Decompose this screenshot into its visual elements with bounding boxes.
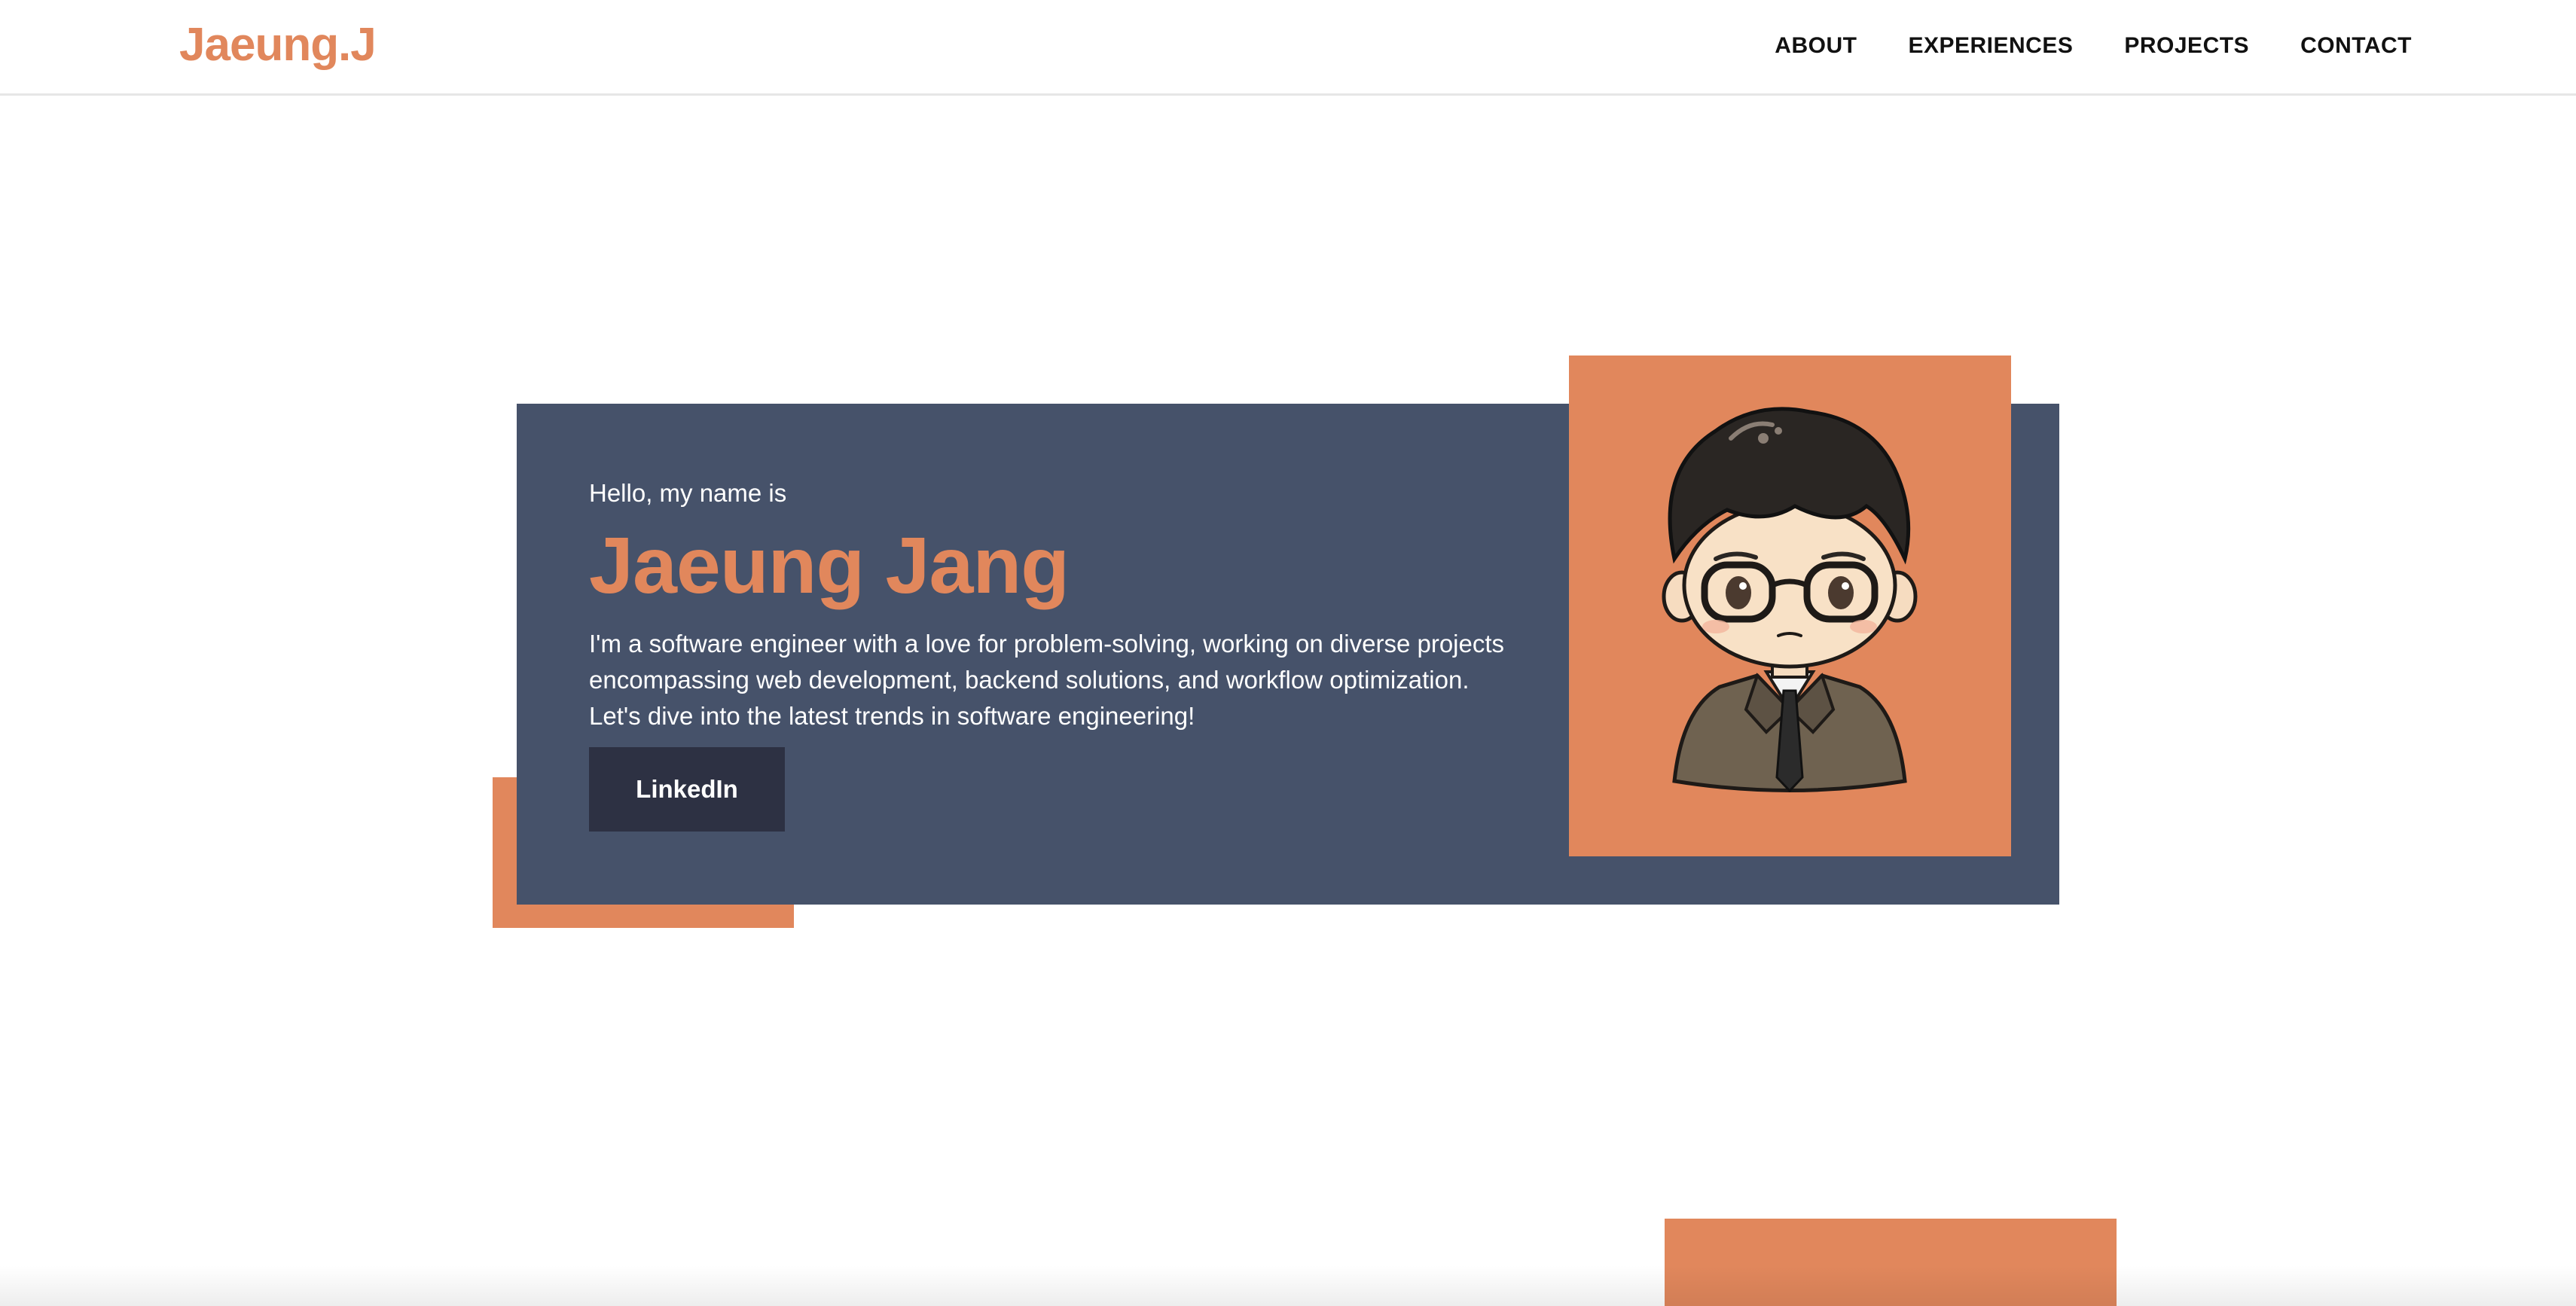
nav-contact[interactable]: CONTACT — [2300, 33, 2412, 59]
hero-description: I'm a software engineer with a love for … — [589, 630, 1505, 731]
nav-projects[interactable]: PROJECTS — [2124, 33, 2249, 59]
page: Jaeung.J ABOUT EXPERIENCES PROJECTS CONT… — [0, 0, 2576, 1306]
linkedin-button[interactable]: LinkedIn — [589, 747, 785, 832]
hero-text: Hello, my name is Jaeung Jang I'm a soft… — [589, 479, 1523, 734]
bottom-shadow — [0, 1265, 2576, 1306]
main-nav: ABOUT EXPERIENCES PROJECTS CONTACT — [1775, 33, 2412, 59]
nav-experiences[interactable]: EXPERIENCES — [1908, 33, 2073, 59]
accent-block-bottom — [1665, 1219, 2117, 1306]
site-logo[interactable]: Jaeung.J — [179, 18, 377, 72]
hero-greeting: Hello, my name is — [589, 479, 787, 507]
portrait-box — [1569, 355, 2011, 856]
site-header: Jaeung.J ABOUT EXPERIENCES PROJECTS CONT… — [0, 0, 2576, 96]
cartoon-avatar-icon — [1662, 407, 1918, 793]
nav-about[interactable]: ABOUT — [1775, 33, 1857, 59]
hero-name: Jaeung Jang — [589, 521, 1070, 610]
